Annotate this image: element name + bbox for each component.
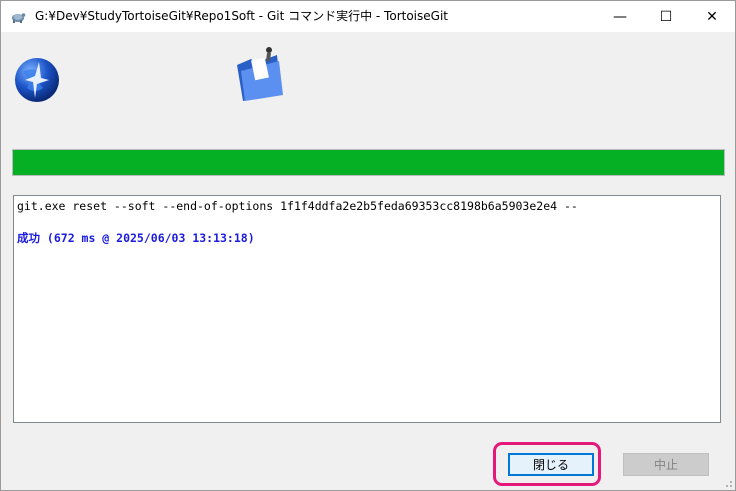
close-window-button[interactable]: ✕: [689, 1, 735, 32]
progress-dialog: G:¥Dev¥StudyTortoiseGit¥Repo1Soft - Git …: [0, 0, 736, 491]
abort-button: 中止: [623, 453, 709, 476]
resize-grip-icon[interactable]: [721, 476, 733, 488]
output-log[interactable]: git.exe reset --soft --end-of-options 1f…: [13, 195, 721, 423]
folder-icon: [237, 47, 283, 101]
maximize-icon: ☐: [659, 8, 673, 25]
progress-bar-fill: [13, 150, 724, 175]
minimize-button[interactable]: —: [597, 1, 643, 32]
window-title: G:¥Dev¥StudyTortoiseGit¥Repo1Soft - Git …: [35, 9, 448, 23]
globe-icon: [15, 58, 59, 102]
log-line: 成功 (672 ms @ 2025/06/03 13:13:18): [17, 231, 255, 245]
close-icon: ✕: [706, 8, 718, 25]
close-button[interactable]: 閉じる: [508, 453, 594, 476]
minimize-icon: —: [613, 8, 627, 25]
tortoisegit-app-icon: [12, 13, 26, 23]
log-line: git.exe reset --soft --end-of-options 1f…: [17, 199, 578, 213]
maximize-button[interactable]: ☐: [643, 1, 689, 32]
title-bar[interactable]: G:¥Dev¥StudyTortoiseGit¥Repo1Soft - Git …: [1, 1, 735, 32]
progress-bar: [12, 149, 725, 176]
